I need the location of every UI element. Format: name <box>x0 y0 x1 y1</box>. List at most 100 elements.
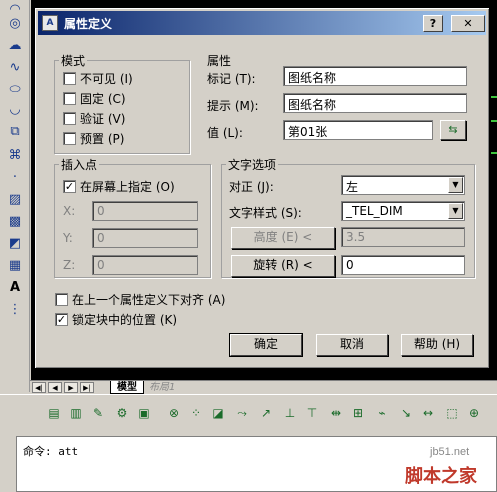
zoom-tool-icon[interactable]: ⊕ <box>466 405 482 421</box>
command-prompt: 命令: att <box>23 445 79 458</box>
layout-tab-bar: ◀| ◀ ▶ ▶| 模型 布局1 <box>30 380 497 394</box>
value-label: 值 (L): <box>207 126 243 140</box>
specify-on-screen-checkbox[interactable]: ✓ 在屏幕上指定 (O) <box>63 178 175 195</box>
justify-selected: 左 <box>346 180 359 194</box>
help-button[interactable]: 帮助 (H) <box>401 334 473 356</box>
array-tool-icon[interactable]: ⊞ <box>350 405 366 421</box>
checkbox-label: 锁定块中的位置 (K) <box>72 313 178 327</box>
preset-checkbox[interactable]: 预置 (P) <box>63 130 124 147</box>
extend-tool-icon[interactable]: ↘ <box>398 405 414 421</box>
verify-checkbox[interactable]: 验证 (V) <box>63 110 125 127</box>
checkbox-box: ✓ <box>63 180 76 193</box>
layer-tool-icon[interactable]: ▥ <box>68 405 84 421</box>
next-tab-icon[interactable]: ▶ <box>64 382 78 393</box>
mirror-tool-icon[interactable]: ⇹ <box>328 405 344 421</box>
save-tool-icon[interactable]: ▣ <box>136 405 152 421</box>
checkbox-label: 验证 (V) <box>80 112 126 126</box>
help-titlebar-button[interactable]: ? <box>423 15 443 32</box>
ellipse-tool-icon[interactable]: ⬭ <box>5 80 25 98</box>
make-block-tool-icon[interactable]: ⌘ <box>5 146 25 164</box>
watermark-url: jb51.net <box>430 446 470 458</box>
text-style-selected: _TEL_DIM <box>346 204 403 218</box>
modify-toolbar: ▤ ▥ ✎ ⚙ ▣ ⊗ ⁘ ◪ ⤳ ↗ ⊥ ⊤ ⇹ ⊞ ⌁ ↘ ↔ ⬚ ⊕ <box>0 394 497 432</box>
constant-checkbox[interactable]: 固定 (C) <box>63 90 126 107</box>
checkbox-box: ✓ <box>55 313 68 326</box>
y-input: 0 <box>92 228 198 248</box>
design-center-tool-icon[interactable]: ⚙ <box>114 405 130 421</box>
snap-node-icon[interactable]: ⁘ <box>188 405 204 421</box>
canvas-marker <box>491 152 497 154</box>
properties-tool-icon[interactable]: ▤ <box>46 405 62 421</box>
text-style-select[interactable]: _TEL_DIM ▼ <box>341 201 465 221</box>
ellipse-arc-tool-icon[interactable]: ◡ <box>5 100 25 118</box>
tag-input[interactable]: 图纸名称 <box>283 66 467 86</box>
tab-layout1[interactable]: 布局1 <box>143 381 181 394</box>
dimension-tool-icon[interactable]: ↔ <box>420 405 436 421</box>
hatch-tool-icon[interactable]: ▨ <box>5 190 25 208</box>
field-icon: ⇆ <box>448 123 458 136</box>
dialog-titlebar[interactable]: A 属性定义 ? ✕ <box>38 11 486 35</box>
checkbox-box <box>55 293 68 306</box>
checkbox-label: 固定 (C) <box>80 92 126 106</box>
first-tab-icon[interactable]: ◀| <box>32 382 46 393</box>
region-tool-icon[interactable]: ◩ <box>5 234 25 252</box>
tab-model[interactable]: 模型 <box>110 381 144 394</box>
canvas-marker <box>491 96 497 98</box>
snap-parallel-icon[interactable]: ⊤ <box>304 405 320 421</box>
z-input: 0 <box>92 255 198 275</box>
height-button: 高度 (E) < <box>231 227 335 249</box>
snap-perp-icon[interactable]: ⊥ <box>282 405 298 421</box>
attribute-definition-dialog: A 属性定义 ? ✕ 模式 不可见 (I) 固定 (C) 验证 (V) 预置 (… <box>34 7 490 369</box>
attribute-group-label: 属性 <box>205 52 234 69</box>
snap-midpoint-icon[interactable]: ↗ <box>258 405 274 421</box>
rotation-input[interactable]: 0 <box>341 255 465 275</box>
justify-select[interactable]: 左 ▼ <box>341 175 465 195</box>
table-tool-icon[interactable]: ▦ <box>5 256 25 274</box>
prev-tab-icon[interactable]: ◀ <box>48 382 62 393</box>
checkbox-label: 在上一个属性定义下对齐 (A) <box>72 293 226 307</box>
x-label: X: <box>63 204 76 218</box>
mtext-tool-icon[interactable]: A <box>5 278 25 296</box>
prompt-input[interactable]: 图纸名称 <box>283 93 467 113</box>
close-icon: ✕ <box>463 17 473 30</box>
match-prop-tool-icon[interactable]: ✎ <box>90 405 106 421</box>
app-icon: A <box>42 15 58 31</box>
mode-group-label: 模式 <box>59 52 88 69</box>
checkbox-box <box>63 72 76 85</box>
last-tab-icon[interactable]: ▶| <box>80 382 94 393</box>
text-options-group-label: 文字选项 <box>226 156 279 173</box>
close-button[interactable]: ✕ <box>451 15 485 32</box>
cancel-button[interactable]: 取消 <box>316 334 388 356</box>
dialog-title: 属性定义 <box>64 16 113 31</box>
chevron-down-icon[interactable]: ▼ <box>448 177 463 193</box>
checkbox-box <box>63 92 76 105</box>
snap-endpoint-icon[interactable]: ⊗ <box>166 405 182 421</box>
draw-toolbar: ◠ ◎ ☁ ∿ ⬭ ◡ ⧉ ⌘ · ▨ ▩ ◩ ▦ A ⋮ <box>0 0 30 392</box>
chevron-down-icon[interactable]: ▼ <box>448 203 463 219</box>
align-below-checkbox[interactable]: 在上一个属性定义下对齐 (A) <box>55 291 225 308</box>
canvas-marker <box>491 120 497 122</box>
circle-tool-icon[interactable]: ◎ <box>5 14 25 32</box>
spline-tool-icon[interactable]: ∿ <box>5 58 25 76</box>
insert-block-tool-icon[interactable]: ⧉ <box>5 122 25 140</box>
revcloud-tool-icon[interactable]: ☁ <box>5 36 25 54</box>
ok-button[interactable]: 确定 <box>229 333 303 357</box>
value-input[interactable]: 第01张 <box>283 120 433 140</box>
text-style-label: 文字样式 (S): <box>229 206 302 220</box>
z-label: Z: <box>63 258 76 272</box>
justify-label: 对正 (J): <box>229 180 274 194</box>
insert-field-button[interactable]: ⇆ <box>440 120 466 140</box>
tag-label: 标记 (T): <box>207 72 256 86</box>
point-tool-icon[interactable]: · <box>5 168 25 186</box>
checkbox-label: 在屏幕上指定 (O) <box>80 180 175 194</box>
select-window-icon[interactable]: ⬚ <box>444 405 460 421</box>
trim-tool-icon[interactable]: ⌁ <box>374 405 390 421</box>
y-label: Y: <box>63 231 73 245</box>
lock-position-checkbox[interactable]: ✓ 锁定块中的位置 (K) <box>55 311 177 328</box>
gradient-tool-icon[interactable]: ▩ <box>5 212 25 230</box>
x-input: 0 <box>92 201 198 221</box>
snap-tangent-icon[interactable]: ⤳ <box>234 405 250 421</box>
rotation-button[interactable]: 旋转 (R) < <box>231 255 335 277</box>
invisible-checkbox[interactable]: 不可见 (I) <box>63 70 133 87</box>
snap-insert-icon[interactable]: ◪ <box>210 405 226 421</box>
